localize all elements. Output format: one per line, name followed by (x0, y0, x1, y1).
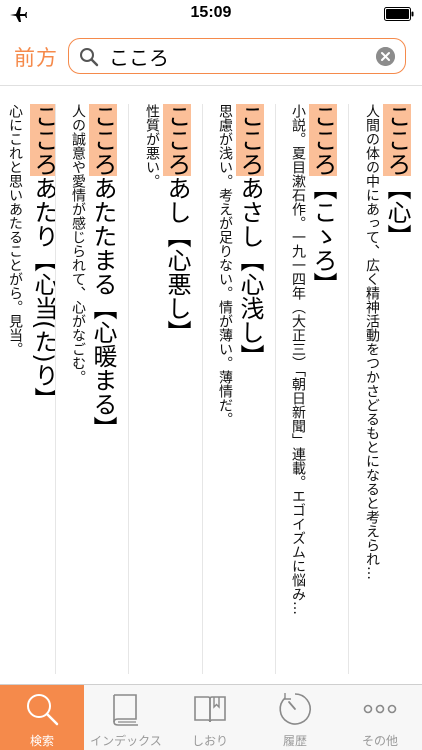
result-item[interactable]: こころあたり【心当(た)り】 心にこれと思いあたることがら。見当。 (0, 104, 55, 664)
clear-search-icon[interactable] (376, 47, 395, 66)
tab-label: インデックス (90, 734, 162, 748)
tab-history[interactable]: 履歴 (253, 685, 337, 750)
tab-label: 履歴 (282, 734, 307, 748)
tab-search[interactable]: 検索 (0, 685, 84, 750)
result-item[interactable]: こころ【こゝろ】 小説。夏目漱石作。一九一四年（大正三）「朝日新聞」連載。エゴイ… (277, 104, 348, 664)
status-time: 15:09 (190, 4, 232, 21)
tab-label: その他 (361, 734, 398, 748)
entry-definition: 心にこれと思いあたることがら。見当。 (7, 104, 23, 356)
entry-reading: こころ (236, 104, 264, 176)
column-divider (55, 104, 56, 674)
tab-bar: 検索 インデックス しおり 履歴 その他 (0, 684, 422, 750)
tab-label: 検索 (29, 734, 54, 748)
result-item[interactable]: こころあさし【心浅し】 思慮が浅い。考えが足りない。情が薄い。薄情だ。 (204, 104, 275, 664)
battery-icon (384, 7, 414, 21)
status-bar: 15:09 (0, 0, 422, 28)
magnifier-icon (27, 694, 59, 726)
search-results: こころ【心】 人間の体の中にあって、広く精神活動をつかさどるもとになると考えられ… (0, 86, 422, 684)
tab-index[interactable]: インデックス (84, 685, 168, 750)
entry-headword: あたたまる【心暖まる】 (89, 176, 117, 440)
search-box[interactable] (68, 38, 406, 74)
entry-headword: あたり【心当(た)り】 (30, 176, 55, 411)
more-dots-icon (363, 704, 397, 714)
column-divider (202, 104, 203, 674)
entry-definition: 思慮が浅い。考えが足りない。情が薄い。薄情だ。 (217, 104, 233, 426)
result-item[interactable]: こころ【心】 人間の体の中にあって、広く精神活動をつかさどるもとになると考えられ… (350, 104, 422, 664)
tab-bookmarks[interactable]: しおり (168, 685, 252, 750)
tab-more[interactable]: その他 (338, 685, 422, 750)
entry-reading: こころ (163, 104, 191, 176)
result-item[interactable]: こころあたたまる【心暖まる】 人の誠意や愛情が感じられて、心がなごむ。 (57, 104, 128, 664)
search-header: 前方 (0, 28, 422, 84)
column-divider (128, 104, 129, 674)
history-clock-icon (279, 693, 311, 725)
entry-headword: あし【心悪し】 (163, 176, 191, 344)
entry-headword: 【こゝろ】 (309, 176, 337, 296)
result-item[interactable]: こころあし【心悪し】 性質が悪い。 (130, 104, 202, 664)
bookmark-book-icon (194, 696, 226, 723)
entry-headword: 【心】 (383, 176, 411, 248)
entry-definition: 人の誠意や愛情が感じられて、心がなごむ。 (70, 104, 86, 384)
entry-definition: 小説。夏目漱石作。一九一四年（大正三）「朝日新聞」連載。エゴイズムに悩み… (290, 104, 306, 615)
entry-reading: こころ (383, 104, 411, 176)
column-divider (348, 104, 349, 674)
entry-headword: あさし【心浅し】 (236, 176, 264, 368)
search-icon (80, 48, 99, 67)
entry-reading: こころ (89, 104, 117, 176)
column-divider (275, 104, 276, 674)
forward-match-button[interactable]: 前方 (14, 42, 58, 72)
entry-definition: 性質が悪い。 (144, 104, 160, 188)
entry-definition: 人間の体の中にあって、広く精神活動をつかさどるもとになると考えられ… (364, 104, 380, 580)
search-input[interactable] (109, 41, 359, 71)
book-icon (113, 694, 138, 726)
tab-label: しおり (191, 734, 228, 748)
entry-reading: こころ (30, 104, 55, 176)
entry-reading: こころ (309, 104, 337, 176)
